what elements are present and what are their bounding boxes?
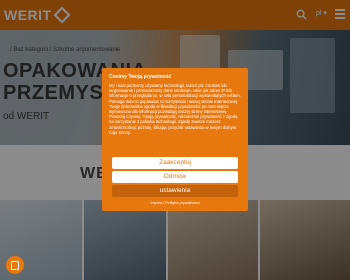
consent-title: Cenimy Twoją prywatność xyxy=(109,74,172,80)
cookie-icon xyxy=(11,260,19,270)
reject-button[interactable]: Odmów xyxy=(112,171,238,183)
cookie-settings-fab[interactable] xyxy=(6,256,24,274)
accept-button[interactable]: Zaakceptuj xyxy=(112,157,238,169)
settings-button[interactable]: ustawienia xyxy=(112,185,238,197)
consent-text: My i nasi partnerzy używamy technologii,… xyxy=(109,83,241,135)
consent-links[interactable]: Impres | Polityka prywatności xyxy=(102,201,248,205)
cookie-consent-dialog: Cenimy Twoją prywatność My i nasi partne… xyxy=(102,68,248,211)
